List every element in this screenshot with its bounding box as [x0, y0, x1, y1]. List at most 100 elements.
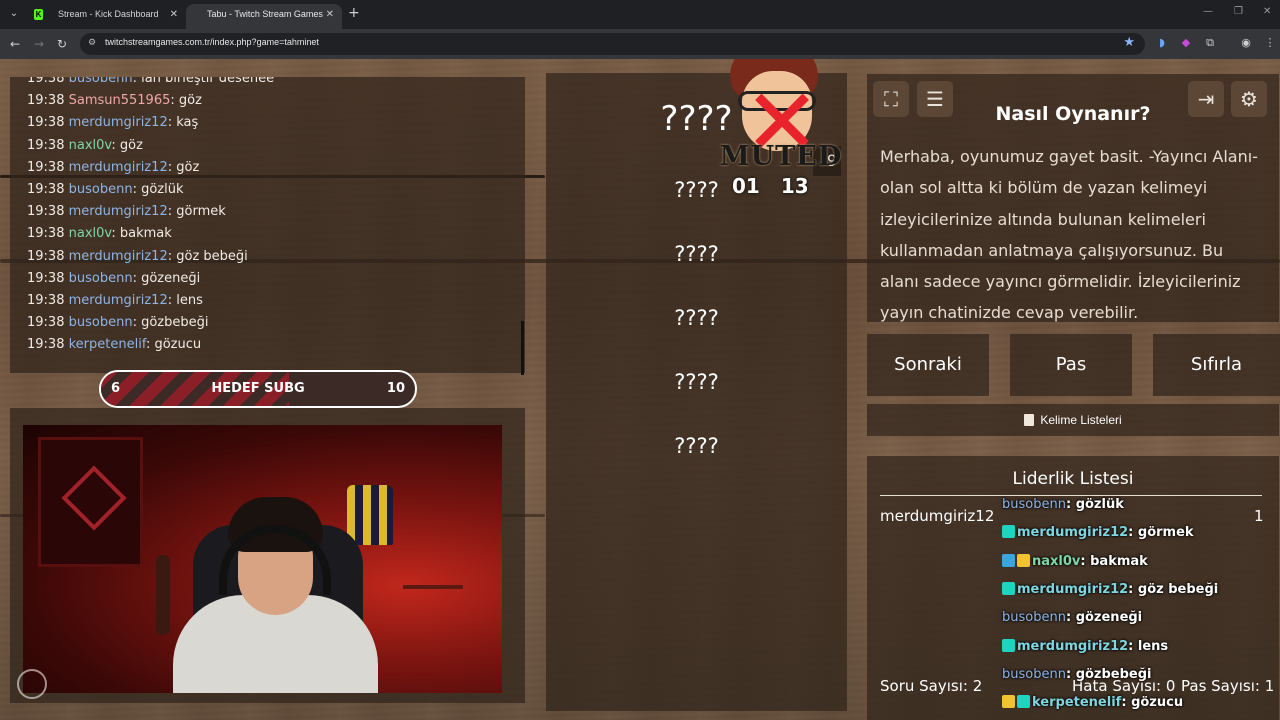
chat-message: 19:38 busobenn: lan birleştir desenee: [27, 77, 274, 86]
overlay-text: bakmak: [1090, 553, 1148, 569]
menu-kebab-icon[interactable]: ⋮: [1263, 36, 1277, 50]
tab-close-icon[interactable]: ✕: [170, 4, 178, 25]
reload-icon[interactable]: ↻: [57, 37, 67, 51]
extension-icon[interactable]: ◆: [1179, 36, 1193, 50]
chat-time: 19:38: [27, 226, 65, 242]
chat-message: 19:38 naxl0v: bakmak: [27, 226, 172, 242]
tab-search-icon[interactable]: ⌄: [6, 6, 22, 22]
chat-text: kaş: [176, 115, 199, 131]
url-field[interactable]: ⚙ twitchstreamgames.com.tr/index.php?gam…: [80, 33, 1145, 55]
chat-time: 19:38: [27, 182, 65, 197]
webcam-feed: [23, 425, 502, 693]
chat-time: 19:38: [27, 248, 65, 264]
overlay-text: görmek: [1137, 525, 1194, 541]
chat-username[interactable]: naxl0v: [69, 138, 112, 153]
bookmark-star-icon[interactable]: ★: [1123, 35, 1135, 50]
pass-count-value: 1: [1264, 677, 1275, 695]
overlay-text: gözucu: [1131, 695, 1184, 711]
new-tab-button[interactable]: +: [348, 5, 360, 21]
overlay-chat-message: busobenn: gözeneği: [1002, 610, 1143, 626]
muted-label: MUTED: [719, 141, 843, 172]
tab-tabu-game[interactable]: Tabu - Twitch Stream Games ✕: [186, 4, 342, 29]
chat-username[interactable]: busobenn: [69, 271, 133, 286]
subscriber-badge-icon: [1002, 525, 1015, 539]
profile-icon[interactable]: ◉: [1239, 36, 1253, 50]
browser-tab-bar: ⌄ K Stream - Kick Dashboard ✕ Tabu - Twi…: [0, 0, 1280, 29]
overlay-chat-message: kerpetenelif: gözucu: [1002, 695, 1183, 710]
chat-username[interactable]: naxl0v: [69, 226, 112, 241]
banned-word: ????: [674, 306, 719, 330]
chat-username[interactable]: Samsun551965: [69, 93, 171, 108]
cursor-ring: [17, 669, 47, 699]
extensions-puzzle-icon[interactable]: ⧉: [1203, 36, 1217, 50]
overlay-text: göz bebeği: [1137, 581, 1219, 597]
overlay-chat-message: busobenn: gözbebeği: [1002, 666, 1152, 682]
chat-panel[interactable]: 19:38 busobenn: lan birleştir desenee 19:…: [10, 77, 525, 373]
overlay-username: busobenn: [1002, 497, 1066, 512]
back-icon[interactable]: ←: [10, 37, 20, 51]
question-count-value: 2: [972, 677, 983, 695]
tab-title: Tabu - Twitch Stream Games: [207, 9, 323, 19]
forward-icon[interactable]: →: [34, 37, 44, 51]
tab-kick-dashboard[interactable]: K Stream - Kick Dashboard ✕: [26, 4, 186, 29]
how-to-play-panel: ⛶ ☰ Nasıl Oynanır? ⇥ ⚙ Merhaba, oyunumuz…: [867, 74, 1279, 322]
leaderboard-player-score: 1: [1254, 507, 1264, 525]
chat-username[interactable]: merdumgiriz12: [69, 293, 168, 308]
chat-username[interactable]: busobenn: [69, 182, 133, 197]
chat-username[interactable]: merdumgiriz12: [69, 249, 168, 264]
banned-word: ????: [674, 434, 719, 458]
chat-text: göz: [178, 93, 202, 109]
site-info-icon[interactable]: ⚙: [88, 38, 100, 50]
chat-message: 19:38 Samsun551965: göz: [27, 93, 202, 109]
chat-time: 19:38: [27, 93, 65, 109]
book-icon: [1024, 414, 1035, 426]
question-count: Soru Sayısı: 2: [880, 677, 982, 695]
word-lists-button[interactable]: Kelime Listeleri: [867, 404, 1279, 436]
wall-rug: [38, 437, 143, 567]
overlay-username: kerpetenelif: [1032, 695, 1122, 711]
word-lists-label: Kelime Listeleri: [1040, 413, 1122, 427]
chat-message: 19:38 merdumgiriz12: kaş: [27, 115, 199, 131]
url-text: twitchstreamgames.com.tr/index.php?game=…: [105, 37, 319, 47]
chat-username[interactable]: merdumgiriz12: [69, 160, 168, 175]
game-page: 19:38 busobenn: lan birleştir desenee 19:…: [0, 59, 1280, 720]
chat-username[interactable]: kerpetenelif: [69, 337, 146, 352]
wall-jersey: [347, 485, 393, 545]
chat-text: görmek: [176, 204, 226, 220]
maximize-icon[interactable]: ❐: [1234, 6, 1243, 17]
pass-button[interactable]: Pas: [1010, 334, 1132, 396]
leaderboard-title: Liderlik Listesi: [1012, 469, 1134, 489]
settings-gear-icon[interactable]: ⚙: [1231, 81, 1267, 117]
overlay-text: lens: [1137, 638, 1169, 654]
chat-text: lens: [176, 293, 203, 308]
chat-text: gözlük: [141, 182, 184, 197]
chat-username[interactable]: merdumgiriz12: [69, 204, 168, 219]
goal-target: 10: [386, 381, 405, 396]
minimize-icon[interactable]: —: [1203, 6, 1213, 17]
logout-icon[interactable]: ⇥: [1188, 81, 1224, 117]
chat-text: göz: [176, 159, 200, 175]
extension-icon[interactable]: ◗: [1155, 36, 1169, 50]
banned-word: ????: [674, 370, 719, 394]
next-button[interactable]: Sonraki: [867, 334, 989, 396]
chat-username[interactable]: busobenn: [69, 315, 133, 330]
chat-username[interactable]: busobenn: [69, 77, 133, 86]
leaderboard-player-name: merdumgiriz12: [880, 507, 995, 525]
chat-time: 19:38: [27, 293, 65, 308]
window-close-icon[interactable]: ✕: [1263, 6, 1271, 17]
error-count-value: 0: [1165, 677, 1176, 695]
reset-button[interactable]: Sıfırla: [1153, 334, 1280, 396]
tab-close-icon[interactable]: ✕: [326, 4, 334, 25]
tab-title: Stream - Kick Dashboard: [58, 9, 159, 19]
chat-message: 19:38 merdumgiriz12: görmek: [27, 204, 226, 220]
chat-time: 19:38: [27, 337, 65, 353]
chat-username[interactable]: merdumgiriz12: [69, 115, 168, 130]
chat-scrollbar[interactable]: [521, 321, 524, 375]
chat-text: gözucu: [154, 337, 202, 353]
overlay-text: gözlük: [1075, 497, 1124, 512]
gift-badge-icon: [1017, 695, 1030, 709]
chat-time: 19:38: [27, 204, 65, 220]
kick-favicon-icon: K: [34, 9, 43, 20]
overlay-username: merdumgiriz12: [1017, 525, 1129, 541]
overlay-username: naxl0v: [1032, 553, 1081, 569]
